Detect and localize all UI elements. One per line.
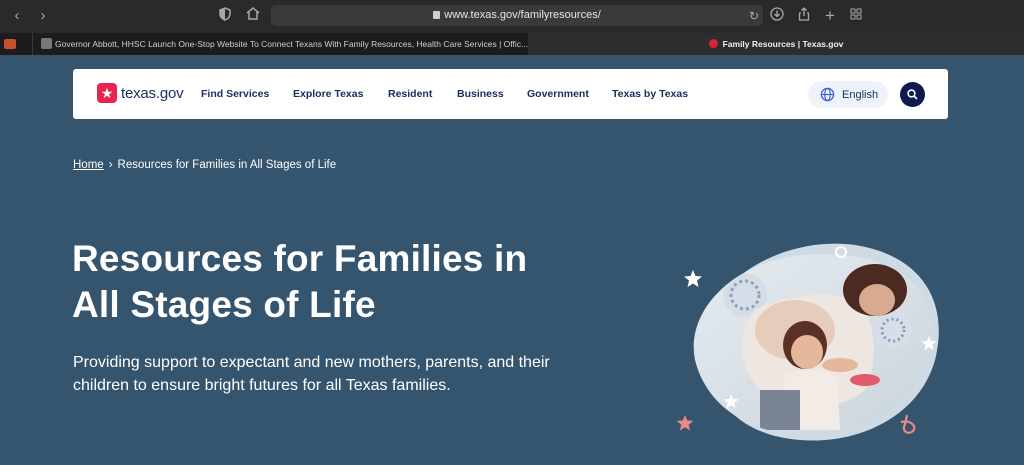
tab-inactive[interactable]: Governor Abbott, HHSC Launch One-Stop We… — [32, 33, 528, 55]
tab-active[interactable]: Family Resources | Texas.gov — [528, 33, 1024, 55]
page-subtitle-line-1: Providing support to expectant and new m… — [73, 354, 550, 371]
tab-title: Family Resources | Texas.gov — [722, 39, 844, 49]
lock-icon — [433, 11, 441, 19]
nav-business[interactable]: Business — [457, 88, 504, 100]
breadcrumb-current: Resources for Families in All Stages of … — [117, 159, 337, 171]
nav-resident[interactable]: Resident — [388, 88, 432, 100]
address-bar[interactable]: www.texas.gov/familyresources/ ↻ — [271, 5, 763, 26]
language-button[interactable]: English — [808, 81, 888, 108]
breadcrumb-home[interactable]: Home — [73, 159, 104, 171]
reload-icon[interactable]: ↻ — [745, 7, 763, 25]
star-decoration — [676, 415, 694, 431]
breadcrumb-separator: › — [108, 159, 113, 171]
browser-toolbar: ‹ › www.texas.gov/familyresources/ ↻ + — [0, 0, 1024, 33]
globe-icon — [820, 87, 835, 102]
nav-texas-by-texas[interactable]: Texas by Texas — [612, 88, 688, 100]
page-title: Resources for Families in All Stages of … — [72, 236, 672, 328]
squiggle-decoration — [900, 414, 916, 434]
share-icon[interactable] — [795, 7, 813, 25]
tab-overview-icon[interactable] — [847, 7, 865, 25]
language-label: English — [842, 89, 879, 101]
nav-government[interactable]: Government — [527, 88, 589, 100]
search-icon — [907, 89, 918, 100]
tab-bar: Governor Abbott, HHSC Launch One-Stop We… — [0, 33, 1024, 55]
tab-title: Governor Abbott, HHSC Launch One-Stop We… — [55, 39, 528, 49]
shield-icon[interactable] — [216, 7, 234, 25]
tab-favicon — [41, 38, 52, 49]
home-icon[interactable] — [244, 7, 262, 25]
page-title-line-2: All Stages of Life — [72, 284, 376, 325]
url-text: www.texas.gov/familyresources/ — [444, 9, 601, 21]
nav-find-services[interactable]: Find Services — [201, 88, 269, 100]
page-title-line-1: Resources for Families in — [72, 238, 528, 279]
texas-favicon — [708, 39, 718, 48]
star-decoration — [684, 270, 702, 287]
nav-explore-texas[interactable]: Explore Texas — [293, 88, 363, 100]
breadcrumb: Home › Resources for Families in All Stage… — [73, 159, 336, 171]
new-tab-icon[interactable]: + — [821, 7, 839, 25]
pinned-tab-icon[interactable] — [4, 39, 16, 49]
forward-icon[interactable]: › — [34, 7, 52, 25]
hero-family-photo — [676, 243, 939, 441]
page-subtitle-line-2: children to ensure bright futures for al… — [73, 377, 451, 394]
page-subtitle: Providing support to expectant and new m… — [73, 351, 663, 397]
back-icon[interactable]: ‹ — [8, 7, 26, 25]
texas-logo-icon[interactable]: ★ — [97, 83, 117, 103]
site-logo-text[interactable]: texas.gov — [121, 85, 184, 102]
site-header: ★ texas.gov Find Services Explore Texas … — [73, 69, 948, 119]
download-icon[interactable] — [768, 7, 786, 25]
search-button[interactable] — [900, 82, 925, 107]
